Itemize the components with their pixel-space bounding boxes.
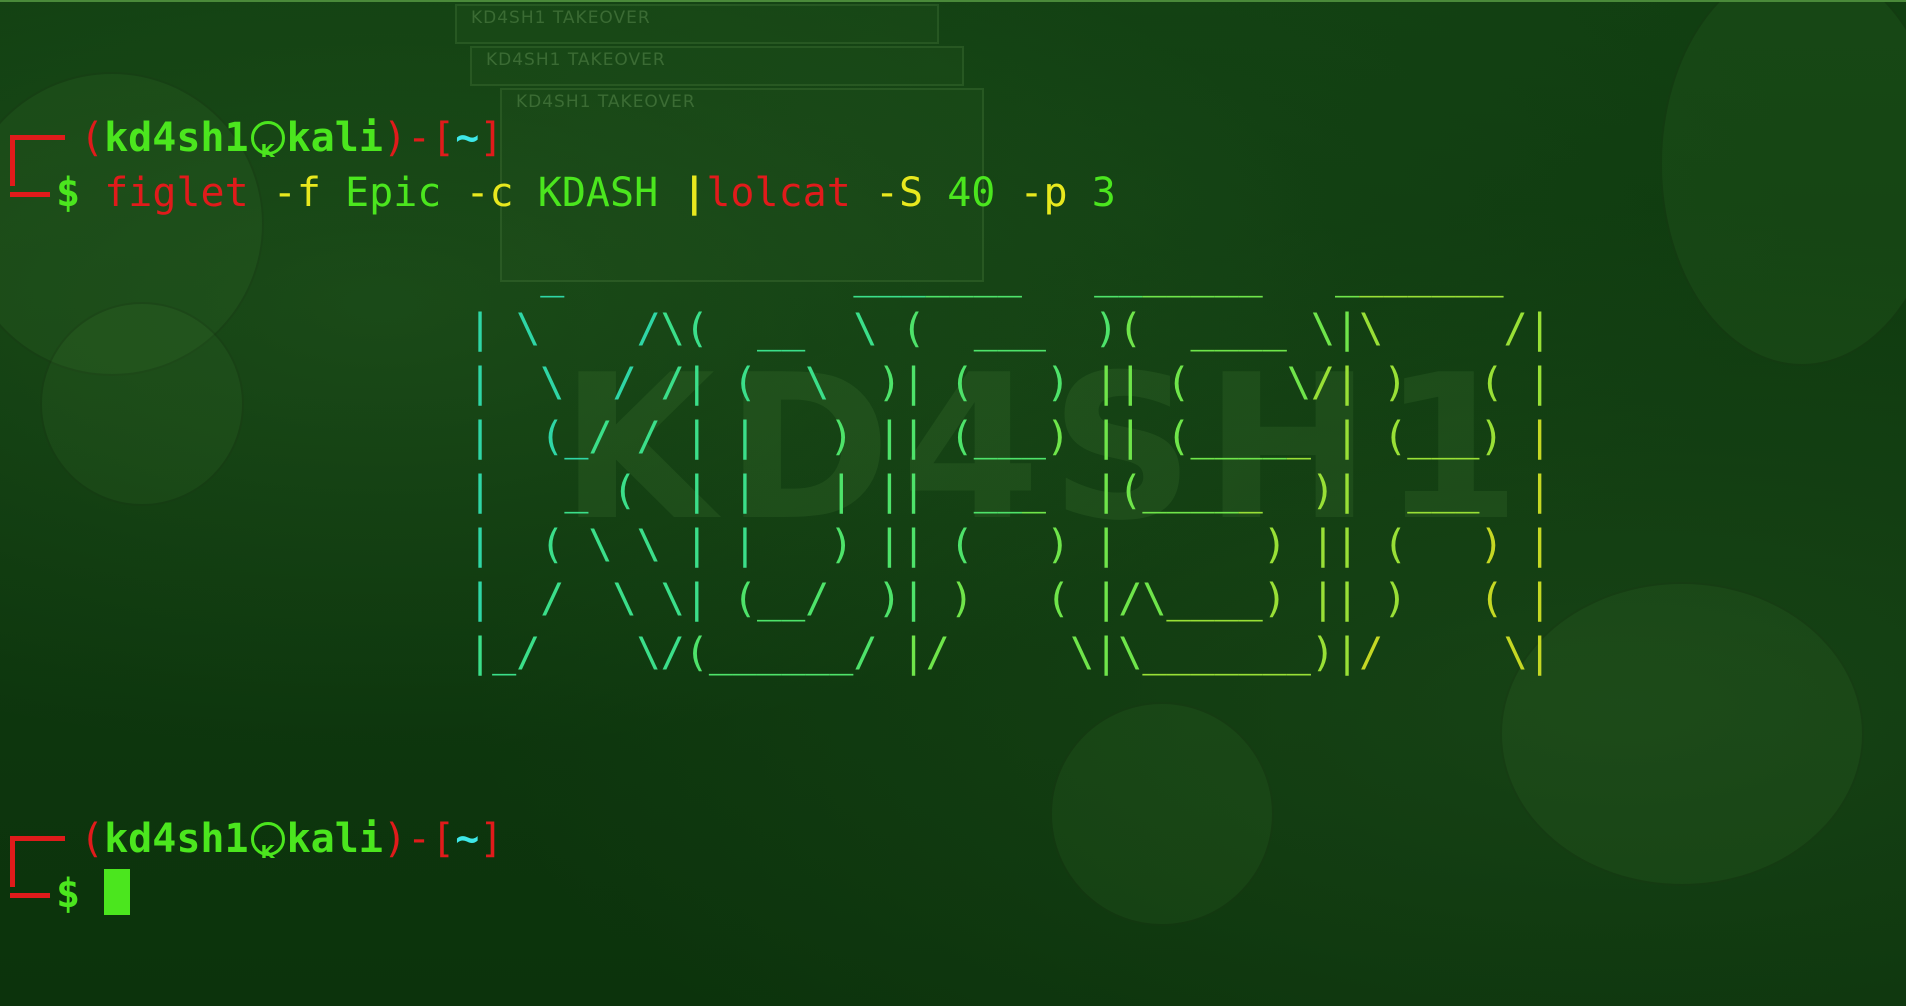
text-cursor[interactable]: [104, 869, 131, 915]
prompt-line-2: (kd4sh1 kali)-[~]: [80, 812, 504, 880]
prompt-corner-tail: [10, 893, 50, 898]
prompt-host: kali: [286, 816, 383, 862]
command-spread: 3: [1091, 170, 1116, 216]
prompt-close-bracket: ]: [479, 816, 504, 862]
prompt-dollar: $: [56, 871, 81, 917]
wallpaper-window: KD4SH1 TAKEOVER: [455, 4, 939, 44]
wallpaper-blob: [1660, 2, 1906, 366]
terminal-window[interactable]: KD4SH1 TAKEOVER KD4SH1 TAKEOVER KD4SH1 T…: [0, 0, 1906, 1006]
prompt-open-paren: (: [80, 115, 105, 161]
figlet-row: | / \ \| (__/ )| ) ( |/\____) || ) ( |: [468, 576, 1552, 622]
prompt-user: kd4sh1: [104, 816, 249, 862]
command-text: KDASH: [537, 170, 659, 216]
prompt-open-bracket: [: [431, 115, 456, 161]
figlet-row: _ _______ _______ _______: [468, 252, 1504, 298]
prompt-open-paren: (: [80, 816, 105, 862]
prompt-dollar: $: [56, 170, 81, 216]
input-line[interactable]: $: [56, 867, 131, 921]
command-seed: 40: [947, 170, 996, 216]
wallpaper-blob: [40, 302, 244, 506]
command-program: figlet: [104, 170, 249, 216]
wallpaper-window: KD4SH1 TAKEOVER: [470, 46, 964, 86]
figlet-row: | (_/ / | | ) || (___) || (_____ | (___)…: [468, 414, 1552, 460]
figlet-output: _ _______ _______ _______ | \ /\( __ \ ( …: [468, 248, 1552, 680]
wallpaper-blob: [1500, 582, 1864, 886]
command-font: Epic: [345, 170, 442, 216]
command-pipe-program: lolcat: [706, 170, 851, 216]
kali-skull-icon: [250, 121, 285, 179]
prompt-cwd: ~: [455, 115, 480, 161]
prompt-close-paren: ): [382, 816, 408, 862]
prompt-line-1: (kd4sh1 kali)-[~]: [80, 111, 504, 179]
figlet-row: | \ /\( __ \ ( ___ )( ____ \|\ /|: [468, 306, 1552, 352]
prompt-dash: -: [407, 816, 432, 862]
figlet-row: |_/ \/(______/ |/ \|\_______)|/ \|: [468, 630, 1552, 676]
prompt-corner-tail: [10, 192, 50, 197]
wallpaper-blob: [1050, 702, 1274, 926]
prompt-close-bracket: ]: [479, 115, 504, 161]
figlet-row: | ( \ \ | | ) || ( ) | ) || ( ) |: [468, 522, 1552, 568]
wallpaper-window-title: KD4SH1 TAKEOVER: [516, 92, 696, 112]
command-flag-f: -f: [272, 170, 321, 216]
prompt-cwd: ~: [455, 816, 480, 862]
prompt-open-bracket: [: [431, 816, 456, 862]
command-pipe: |: [682, 170, 707, 216]
kali-skull-icon: [250, 822, 285, 880]
command-flag-S: -S: [874, 170, 924, 216]
prompt-host: kali: [286, 115, 383, 161]
command-line: $ figlet -f Epic -c KDASH |lolcat -S 40 …: [56, 166, 1116, 220]
command-flag-c: -c: [465, 170, 514, 216]
wallpaper-window-title: KD4SH1 TAKEOVER: [471, 8, 651, 28]
figlet-row: | \ / /| ( \ )| ( ) || ( \/| ) ( |: [468, 360, 1552, 406]
wallpaper-window-title: KD4SH1 TAKEOVER: [486, 50, 666, 70]
command-flag-p: -p: [1019, 170, 1068, 216]
prompt-dash: -: [407, 115, 432, 161]
prompt-close-paren: ): [382, 115, 408, 161]
prompt-user: kd4sh1: [104, 115, 249, 161]
figlet-row: | _ ( | | | || ___ |(_____ )| ___ |: [468, 468, 1552, 514]
